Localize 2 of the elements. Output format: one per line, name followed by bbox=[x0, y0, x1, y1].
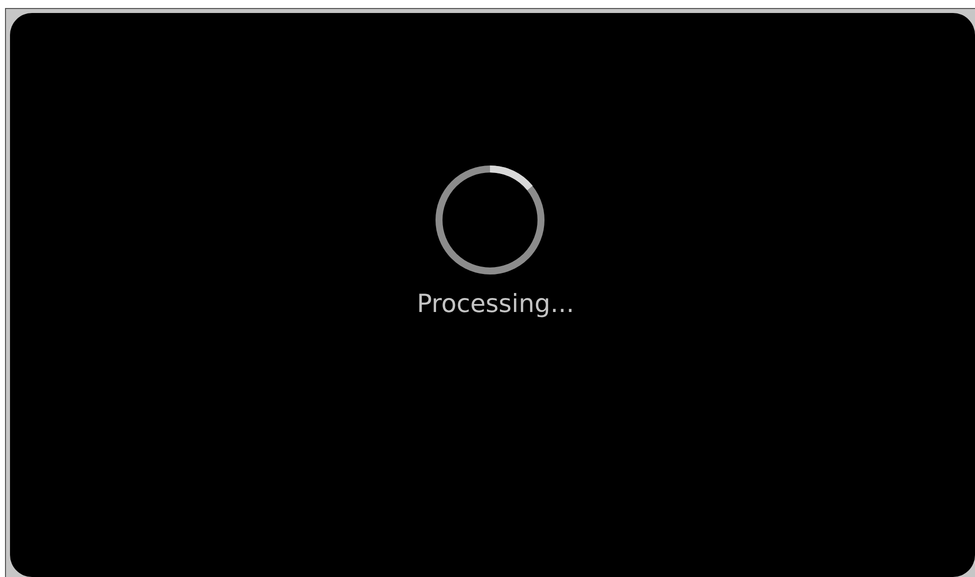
spinner-icon bbox=[434, 164, 546, 276]
processing-message: Processing... bbox=[416, 288, 574, 320]
